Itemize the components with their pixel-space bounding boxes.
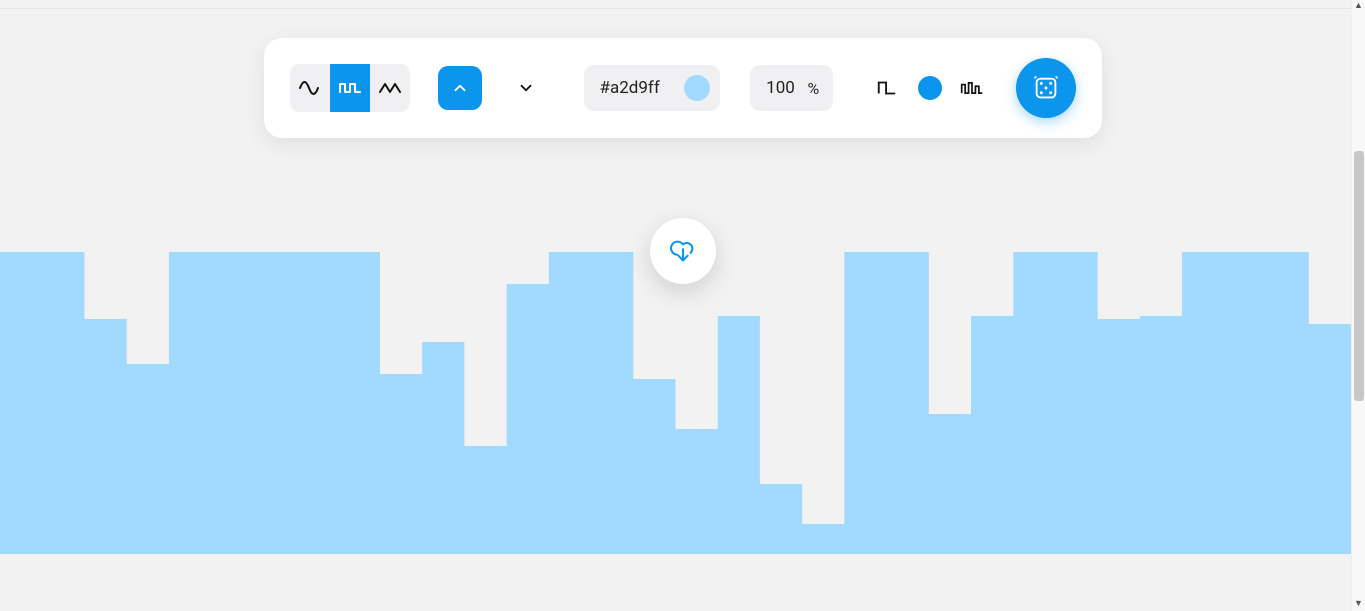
wave-style-smooth[interactable]: [290, 64, 330, 112]
color-swatch[interactable]: [684, 75, 710, 101]
scrollbar[interactable]: ▲ ▼: [1351, 0, 1365, 611]
complexity-high-icon-wrap: [958, 65, 986, 111]
wave-svg: [0, 252, 1351, 554]
cloud-download-icon: [668, 236, 698, 266]
opacity-field: %: [750, 65, 834, 111]
chevron-down-icon: [517, 79, 535, 97]
top-divider: [0, 8, 1351, 9]
color-picker: [584, 65, 720, 111]
sine-wave-icon: [298, 76, 322, 100]
wave-style-group: [290, 64, 410, 112]
scroll-track[interactable]: [1352, 11, 1365, 600]
square-wave-icon: [338, 76, 362, 100]
multi-pulse-icon: [960, 77, 984, 99]
wave-style-steps[interactable]: [330, 64, 370, 112]
randomize-button[interactable]: [1016, 58, 1076, 118]
slider-handle[interactable]: [918, 76, 942, 100]
scroll-down-arrow[interactable]: ▼: [1354, 600, 1363, 609]
hex-input[interactable]: [600, 78, 670, 98]
opacity-input[interactable]: [764, 78, 798, 98]
sawtooth-wave-icon: [378, 76, 402, 100]
opacity-suffix: %: [808, 79, 820, 98]
wave-style-linear[interactable]: [370, 64, 410, 112]
scroll-up-arrow[interactable]: ▲: [1354, 2, 1363, 11]
dice-icon: [1031, 73, 1061, 103]
wave-preview: [0, 252, 1351, 554]
wave-path: [0, 252, 1351, 554]
square-pulse-icon: [876, 77, 898, 99]
scroll-thumb[interactable]: [1354, 151, 1364, 401]
download-button[interactable]: [650, 218, 716, 284]
chevron-up-icon: [451, 79, 469, 97]
complexity-low-icon-wrap: [873, 65, 901, 111]
direction-down-button[interactable]: [504, 66, 548, 110]
direction-up-button[interactable]: [438, 66, 482, 110]
toolbar: %: [264, 38, 1102, 138]
